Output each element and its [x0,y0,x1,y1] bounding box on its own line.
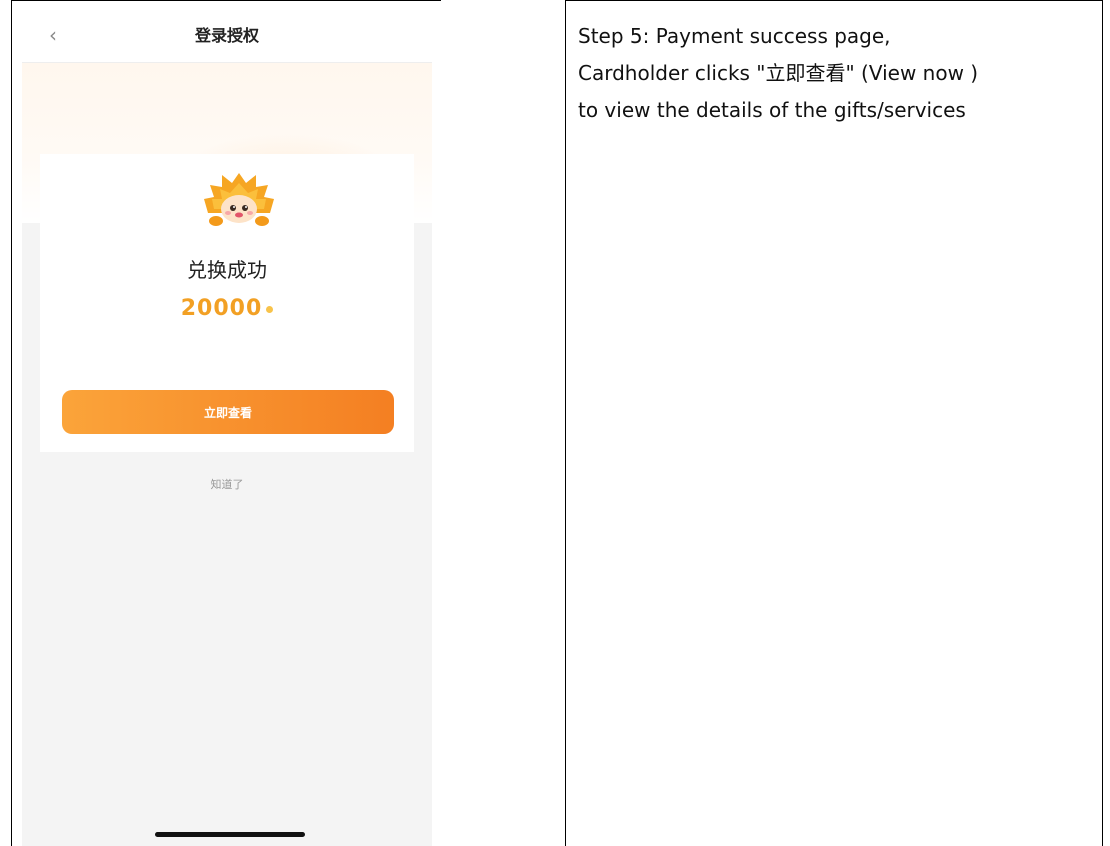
app-header: ‹ 登录授权 [22,4,432,63]
table-top-border-left [11,0,441,1]
home-indicator [155,832,305,837]
mascot-icon [204,173,274,226]
success-card: 兑换成功 20000 立即查看 [40,154,414,452]
points-value: 20000 [180,296,263,321]
page-title: 登录授权 [194,26,259,45]
coin-icon [266,305,274,313]
success-message: 兑换成功 [187,258,267,282]
table-top-border-right [565,0,1103,1]
description-line-3: to view the details of the gifts/service… [578,98,966,122]
step-description: Step 5: Payment success page, Cardholder… [578,18,1093,129]
description-line-1: Step 5: Payment success page, [578,24,891,48]
points-amount: 20000 [40,296,414,321]
view-now-button[interactable]: 立即查看 [62,390,394,434]
column-divider [565,0,566,846]
phone-screenshot: ‹ 登录授权 兑换成功 20000 立即查看 知道了 [22,4,432,846]
description-line-2: Cardholder clicks "立即查看" (View now ) [578,61,979,85]
got-it-link[interactable]: 知道了 [22,476,432,492]
